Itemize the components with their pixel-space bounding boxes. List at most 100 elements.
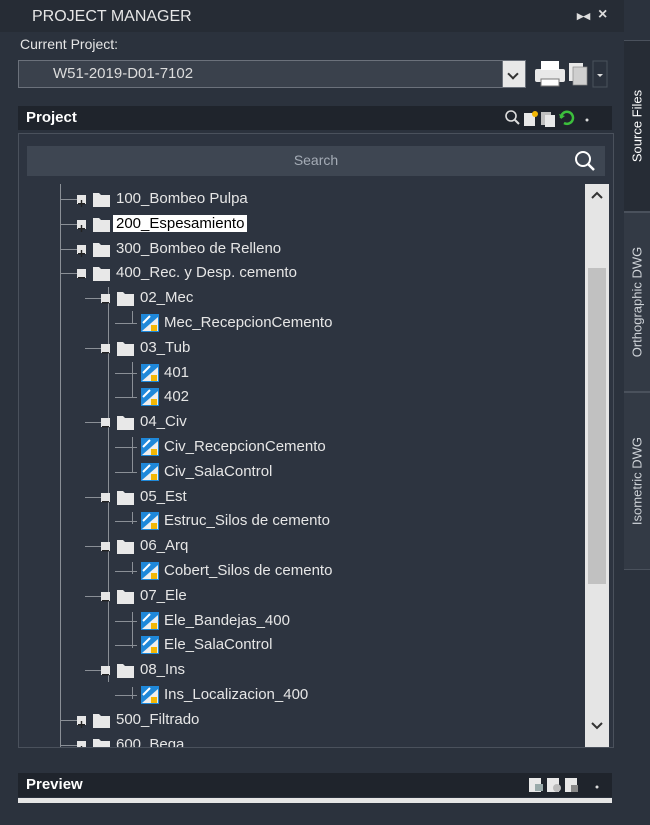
tree-folder-node[interactable]: 03_Tub <box>85 338 521 362</box>
tree-connector <box>61 223 77 225</box>
side-tab-strip: Source Files Orthographic DWG Isometric … <box>624 0 650 825</box>
detail-icon[interactable] <box>547 778 561 792</box>
scroll-down-icon[interactable] <box>585 713 609 737</box>
collapse-icon[interactable] <box>101 591 110 602</box>
expand-icon[interactable] <box>77 715 86 728</box>
folder-icon <box>116 289 135 307</box>
tree-folder-node[interactable]: 600_Bega <box>61 735 497 748</box>
tree-node-label: Civ_SalaControl <box>164 462 273 480</box>
tree-connector <box>115 372 137 374</box>
tree-node-label: 03_Tub <box>140 338 191 356</box>
tree-connector <box>61 248 77 250</box>
chevron-down-icon[interactable] <box>595 785 599 789</box>
tree-scrollbar[interactable] <box>585 184 609 747</box>
tree-folder-node[interactable]: 07_Ele <box>85 586 521 610</box>
folder-icon <box>116 587 135 605</box>
tab-source-files[interactable]: Source Files <box>624 40 650 212</box>
tree-connector <box>61 273 77 275</box>
collapse-icon[interactable] <box>77 269 86 279</box>
tree-folder-node[interactable]: 200_Espesamiento <box>61 214 497 238</box>
expand-icon[interactable] <box>77 219 86 232</box>
current-project-select[interactable]: W51-2019-D01-7102 <box>18 60 526 88</box>
tree-folder-node[interactable]: 05_Est <box>85 487 521 511</box>
preview-panel-title: Preview <box>26 776 83 793</box>
tree-folder-node[interactable]: 06_Arq <box>85 536 521 560</box>
expand-icon[interactable] <box>77 195 86 207</box>
collapse-icon[interactable] <box>101 294 110 304</box>
tree-drawing-node[interactable]: Ele_Bandejas_400 <box>115 611 545 635</box>
close-icon[interactable]: × <box>598 6 607 24</box>
tree-connector <box>115 521 137 523</box>
publish-button[interactable] <box>533 57 609 89</box>
tree-connector <box>115 620 137 622</box>
tree-drawing-node[interactable]: Civ_SalaControl <box>115 462 545 486</box>
tree-folder-node[interactable]: 300_Bombeo de Relleno <box>61 239 497 263</box>
project-manager-palette: PROJECT MANAGER ▸◂ × Current Project: W5… <box>0 0 624 825</box>
preview-area <box>18 798 612 803</box>
folder-icon <box>116 537 135 555</box>
tree-drawing-node[interactable]: Cobert_Silos de cemento <box>115 561 545 585</box>
drawing-icon <box>140 387 160 407</box>
scroll-up-icon[interactable] <box>585 184 609 208</box>
folder-icon <box>116 413 135 431</box>
collapse-icon[interactable] <box>101 343 110 354</box>
tree-connector <box>115 323 137 324</box>
tree-folder-node[interactable]: 500_Filtrado <box>61 710 497 734</box>
tab-orthographic-dwg[interactable]: Orthographic DWG <box>624 212 650 392</box>
tree-folder-node[interactable]: 02_Mec <box>85 288 521 312</box>
collapse-icon[interactable] <box>101 542 110 552</box>
search-bar[interactable]: Search <box>27 146 605 176</box>
search-icon[interactable] <box>505 110 520 125</box>
collapse-icon[interactable] <box>101 492 110 502</box>
preview-icon[interactable] <box>529 778 543 792</box>
collapse-icon[interactable] <box>101 418 110 428</box>
tree-folder-node[interactable]: 400_Rec. y Desp. cemento <box>61 263 497 287</box>
tree-node-label: 100_Bombeo Pulpa <box>116 190 248 207</box>
scrollbar-thumb[interactable] <box>588 268 606 584</box>
tree-drawing-node[interactable]: 402 <box>115 387 545 411</box>
collapse-icon[interactable] <box>101 666 110 676</box>
current-project-value: W51-2019-D01-7102 <box>53 65 194 82</box>
tree-drawing-node[interactable]: Ele_SalaControl <box>115 635 545 659</box>
tree-drawing-node[interactable]: Civ_RecepcionCemento <box>115 437 545 461</box>
chevron-down-icon[interactable] <box>502 61 525 87</box>
tree-connector <box>61 719 77 721</box>
tree-node-label: 07_Ele <box>140 586 187 604</box>
tree-folder-node[interactable]: 08_Ins <box>85 660 521 684</box>
folder-icon <box>116 339 135 357</box>
current-project-label: Current Project: <box>20 36 119 52</box>
new-drawing-icon[interactable] <box>524 111 538 126</box>
tree-connector <box>85 546 101 548</box>
tree-node-label: 600_Bega <box>116 735 185 748</box>
tree-node-label: 300_Bombeo de Relleno <box>116 239 282 257</box>
tree-drawing-node[interactable]: Mec_RecepcionCemento <box>115 313 545 337</box>
tree-drawing-node[interactable]: Ins_Localizacion_400 <box>115 685 545 709</box>
folder-icon <box>92 264 111 282</box>
search-icon[interactable] <box>573 149 597 173</box>
preview-panel-header: Preview <box>18 773 612 797</box>
tree-folder-node[interactable]: 04_Civ <box>85 412 521 436</box>
folder-icon <box>116 661 135 679</box>
drawing-icon <box>140 635 160 655</box>
drawing-icon <box>140 511 160 531</box>
drawing-icon <box>140 363 160 383</box>
tree-connector <box>85 496 101 498</box>
tree-drawing-node[interactable]: Estruc_Silos de cemento <box>115 511 545 535</box>
tab-isometric-dwg[interactable]: Isometric DWG <box>624 392 650 570</box>
tree-drawing-node[interactable]: 401 <box>115 363 545 387</box>
expand-icon[interactable] <box>77 244 86 257</box>
refresh-icon[interactable] <box>559 110 575 125</box>
copy-drawing-icon[interactable] <box>541 112 555 127</box>
chevron-down-icon[interactable] <box>585 118 589 122</box>
tree-folder-node[interactable]: 100_Bombeo Pulpa <box>61 189 497 213</box>
model-icon[interactable] <box>565 778 578 792</box>
palette-titlebar[interactable]: PROJECT MANAGER ▸◂ × <box>0 0 624 32</box>
project-tree-panel: Search 100_Bombeo Pulpa 200_Espesamiento 3… <box>18 133 614 748</box>
expand-icon[interactable] <box>77 740 86 747</box>
tree-node-label: 400_Rec. y Desp. cemento <box>116 264 297 282</box>
tree-connector <box>115 447 137 448</box>
folder-icon <box>92 215 111 233</box>
tree-node-label: 02_Mec <box>140 289 194 307</box>
tree-connector <box>115 397 137 399</box>
auto-hide-icon[interactable]: ▸◂ <box>577 8 590 24</box>
